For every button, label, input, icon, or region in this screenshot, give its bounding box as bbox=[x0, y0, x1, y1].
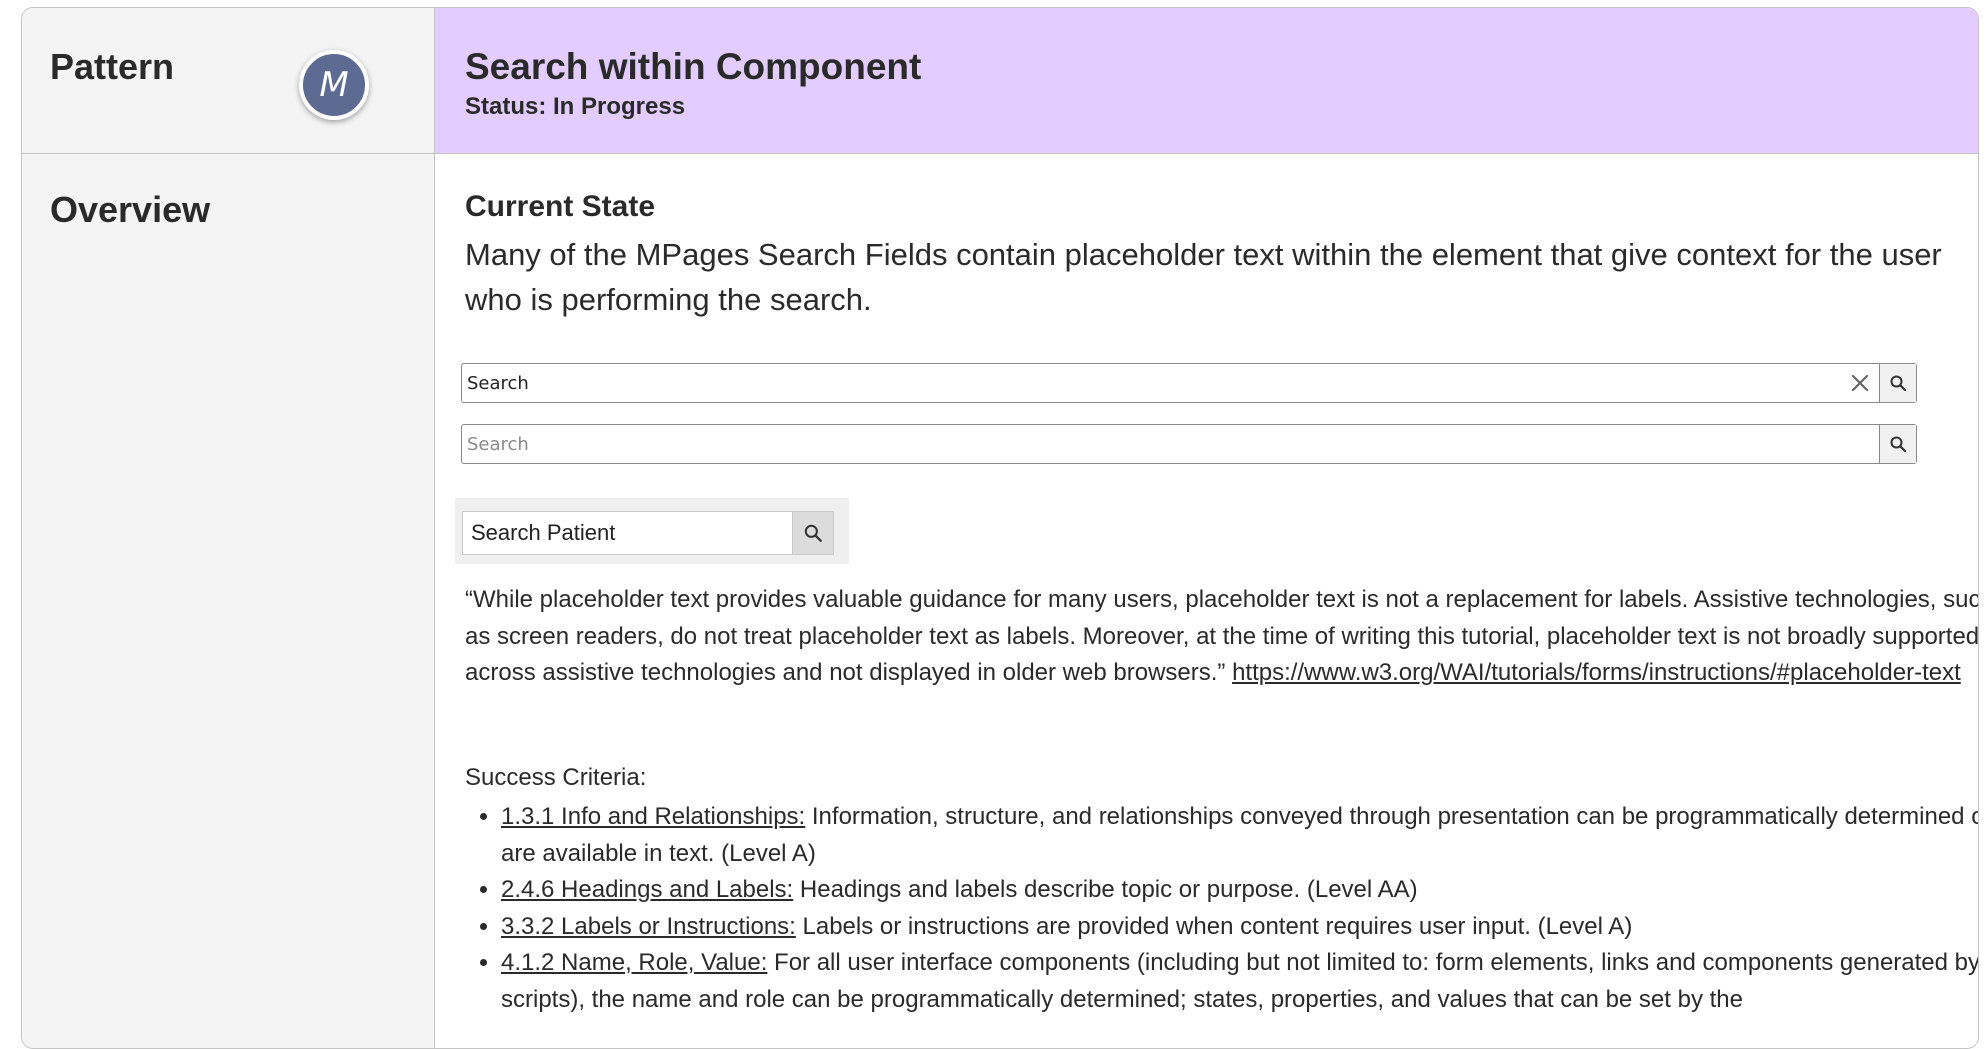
search-field-filled[interactable]: Search bbox=[461, 363, 1917, 403]
criterion-link[interactable]: 2.4.6 Headings and Labels: bbox=[501, 876, 793, 903]
pattern-label: Pattern bbox=[50, 46, 175, 87]
left-column: Pattern M Overview bbox=[22, 8, 435, 1048]
close-icon[interactable] bbox=[1841, 364, 1879, 402]
search-icon bbox=[1889, 374, 1907, 392]
search-field-placeholder[interactable] bbox=[461, 424, 1917, 464]
criterion-text: Labels or instructions are provided when… bbox=[795, 912, 1633, 940]
criterion-text: Headings and labels describe topic or pu… bbox=[793, 876, 1418, 903]
patient-search-field[interactable]: Search Patient bbox=[462, 511, 834, 555]
w3c-link[interactable]: https://www.w3.org/WAI/tutorials/forms/i… bbox=[1232, 659, 1961, 686]
criterion-link[interactable]: 4.1.2 Name, Role, Value: bbox=[501, 949, 767, 976]
component-header: Search within Component Status: In Progr… bbox=[435, 8, 1978, 154]
avatar[interactable]: M bbox=[299, 50, 369, 120]
search-icon bbox=[1889, 435, 1907, 453]
current-state-heading: Current State bbox=[465, 190, 656, 223]
success-criteria-list: 1.3.1 Info and Relationships: Informatio… bbox=[465, 799, 1978, 1018]
success-criteria-title: Success Criteria: bbox=[465, 764, 647, 791]
search-input-value[interactable]: Search bbox=[462, 373, 1841, 394]
pattern-card: Pattern M Overview Search within Compone… bbox=[21, 7, 1979, 1049]
patient-search-input[interactable]: Search Patient bbox=[463, 520, 792, 546]
search-icon bbox=[803, 523, 823, 543]
component-title: Search within Component bbox=[465, 46, 922, 87]
overview-label: Overview bbox=[50, 189, 211, 230]
patient-search-button[interactable] bbox=[792, 512, 833, 554]
list-item: 1.3.1 Info and Relationships: Informatio… bbox=[501, 799, 1978, 872]
list-item: 4.1.2 Name, Role, Value: For all user in… bbox=[501, 945, 1978, 1018]
search-input[interactable] bbox=[462, 426, 1879, 462]
patient-search-example: Search Patient bbox=[455, 498, 849, 564]
right-column: Search within Component Status: In Progr… bbox=[435, 8, 1978, 1048]
search-button[interactable] bbox=[1879, 364, 1916, 402]
search-button[interactable] bbox=[1879, 425, 1916, 463]
quote-paragraph: “While placeholder text provides valuabl… bbox=[465, 582, 1978, 692]
list-item: 2.4.6 Headings and Labels: Headings and … bbox=[501, 872, 1978, 909]
left-header: Pattern M bbox=[22, 8, 434, 154]
criterion-link[interactable]: 1.3.1 Info and Relationships: bbox=[501, 803, 805, 830]
list-item: 3.3.2 Labels or Instructions: Labels or … bbox=[501, 909, 1978, 946]
status-text: Status: In Progress bbox=[465, 93, 686, 120]
criterion-link[interactable]: 3.3.2 Labels or Instructions: bbox=[501, 913, 796, 940]
intro-paragraph: Many of the MPages Search Fields contain… bbox=[465, 237, 1942, 317]
